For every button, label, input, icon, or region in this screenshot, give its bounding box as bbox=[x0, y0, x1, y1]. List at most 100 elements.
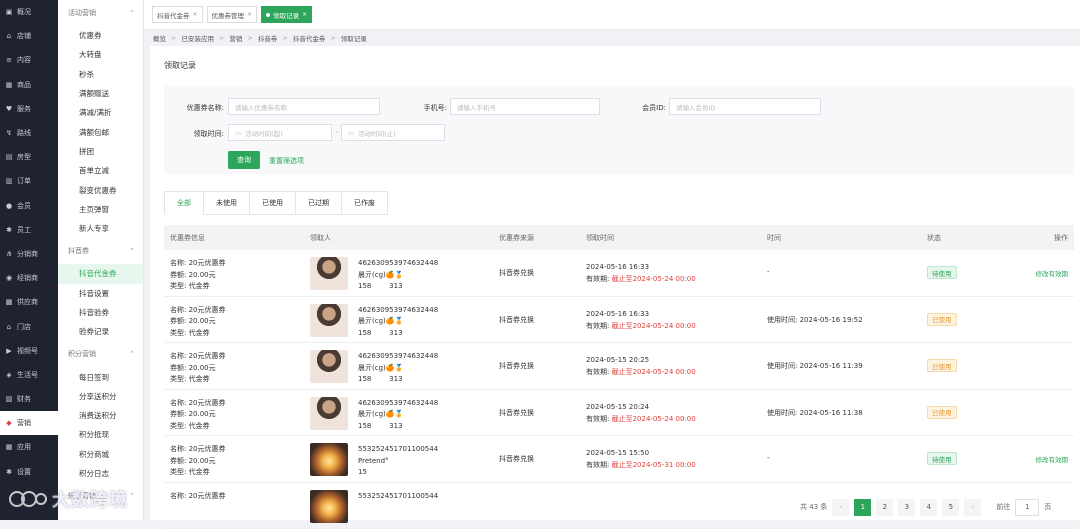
nav-subitem[interactable]: 优惠券 bbox=[58, 26, 143, 45]
nav-item-label: 路线 bbox=[17, 128, 31, 138]
avatar bbox=[310, 257, 348, 290]
received-at: 2024-05-15 15:50 bbox=[586, 447, 696, 459]
close-icon[interactable]: × bbox=[247, 11, 252, 18]
status-tab[interactable]: 已过期 bbox=[296, 191, 342, 215]
nav-subitem[interactable]: 验券记录 bbox=[58, 322, 143, 341]
tab-0[interactable]: 抖音代金券× bbox=[152, 6, 203, 23]
tab-label: 领取记录 bbox=[273, 10, 299, 20]
nav-item-4[interactable]: ♥服务 bbox=[0, 97, 58, 121]
nav-item-15[interactable]: ◈生活号 bbox=[0, 363, 58, 387]
tab-1[interactable]: 优惠券管理× bbox=[207, 6, 258, 23]
edit-validity-link[interactable]: 修改有效期 bbox=[1036, 454, 1069, 464]
valid-label: 有效期: bbox=[586, 461, 609, 469]
close-icon[interactable]: × bbox=[193, 11, 198, 18]
nav-item-2[interactable]: ≡内容 bbox=[0, 48, 58, 72]
nav-item-7[interactable]: ▥订单 bbox=[0, 169, 58, 193]
coupon-info: 名称: 20元优惠券券额: 20.00元类型: 代金券 bbox=[170, 258, 226, 293]
nav-subitem[interactable]: 分享送积分 bbox=[58, 387, 143, 406]
next-page-button[interactable]: › bbox=[964, 499, 981, 516]
nav-item-18[interactable]: ▦应用 bbox=[0, 435, 58, 459]
nav-item-1[interactable]: ⌂店铺 bbox=[0, 24, 58, 48]
nav-subitem[interactable]: 新人专享 bbox=[58, 219, 143, 238]
status-tab[interactable]: 全部 bbox=[164, 191, 204, 215]
nav-item-label: 商品 bbox=[17, 80, 31, 90]
edit-validity-link[interactable]: 修改有效期 bbox=[1036, 268, 1069, 278]
person-icon: ◉ bbox=[5, 274, 13, 282]
breadcrumb-item[interactable]: 已安装应用 bbox=[181, 33, 214, 43]
page-number[interactable]: 4 bbox=[920, 499, 937, 516]
reset-filters-button[interactable]: 重置筛选项 bbox=[269, 156, 304, 166]
nav-group-header[interactable]: 活动营销⌃ bbox=[58, 0, 143, 26]
receiver-id: 553252451701100544 bbox=[358, 444, 438, 456]
breadcrumb-item[interactable]: 概览 bbox=[153, 33, 166, 43]
close-icon[interactable]: × bbox=[302, 11, 307, 18]
breadcrumb-item[interactable]: 抖音券 bbox=[258, 33, 278, 43]
nav-subitem[interactable]: 消费送积分 bbox=[58, 406, 143, 425]
nav-subitem[interactable]: 首单立减 bbox=[58, 161, 143, 180]
nav-item-16[interactable]: ▨财务 bbox=[0, 387, 58, 411]
start-date-input[interactable]: ▭活动时间(起) bbox=[228, 124, 332, 141]
coupon-amount: 券额: 20.00元 bbox=[170, 270, 226, 282]
member-id-label: 会员ID: bbox=[614, 103, 666, 113]
status-tab[interactable]: 已作废 bbox=[342, 191, 388, 215]
nav-subitem[interactable]: 积分商城 bbox=[58, 445, 143, 464]
nav-item-19[interactable]: ✱设置 bbox=[0, 460, 58, 484]
nav-subitem[interactable]: 大转盘 bbox=[58, 45, 143, 64]
tab-label: 优惠券管理 bbox=[212, 10, 245, 20]
status-tab[interactable]: 未使用 bbox=[204, 191, 250, 215]
end-date-input[interactable]: ▭活动时间(止) bbox=[341, 124, 445, 141]
nav-item-13[interactable]: ⌂门店 bbox=[0, 314, 58, 338]
phone-input[interactable]: 请输入手机号 bbox=[450, 98, 600, 115]
nav-subitem[interactable]: 积分日志 bbox=[58, 464, 143, 483]
nav-item-6[interactable]: ▤房型 bbox=[0, 145, 58, 169]
nav-group-header[interactable]: 抖音券⌃ bbox=[58, 238, 143, 264]
coupon-name: 名称: 20元优惠券 bbox=[170, 398, 226, 410]
nav-subitem[interactable]: 抖音验券 bbox=[58, 303, 143, 322]
nav-item-label: 视频号 bbox=[17, 346, 38, 356]
nav-subitem[interactable]: 抖音代金券 bbox=[58, 264, 143, 283]
receiver-phone: 158 313 bbox=[358, 374, 438, 386]
tab-2[interactable]: 领取记录× bbox=[261, 6, 312, 23]
nav-item-5[interactable]: ↯路线 bbox=[0, 121, 58, 145]
breadcrumb-item[interactable]: 抖音代金券 bbox=[293, 33, 326, 43]
page-number[interactable]: 2 bbox=[876, 499, 893, 516]
nav-group-header[interactable]: 积分营销⌃ bbox=[58, 341, 143, 367]
nav-item-0[interactable]: ▣概况 bbox=[0, 0, 58, 24]
nav-item-12[interactable]: ▩供应商 bbox=[0, 290, 58, 314]
page-number[interactable]: 5 bbox=[942, 499, 959, 516]
nav-subitem[interactable]: 每日签到 bbox=[58, 367, 143, 386]
table-row: 名称: 20元优惠券券额: 20.00元类型: 代金券4626309539746… bbox=[164, 297, 1074, 344]
coupon-name-input[interactable]: 请输入优惠券名称 bbox=[228, 98, 380, 115]
goto-label: 前往 bbox=[996, 502, 1010, 512]
page-number[interactable]: 3 bbox=[898, 499, 915, 516]
nav-subitem[interactable]: 裂变优惠券 bbox=[58, 180, 143, 199]
nav-item-9[interactable]: ✱员工 bbox=[0, 218, 58, 242]
coupon-name: 名称: 20元优惠券 bbox=[170, 258, 226, 270]
nav-item-8[interactable]: ●会员 bbox=[0, 194, 58, 218]
nav-subitem[interactable]: 积分抵现 bbox=[58, 425, 143, 444]
nav-item-label: 服务 bbox=[17, 104, 31, 114]
goto-page-input[interactable]: 1 bbox=[1015, 499, 1039, 516]
nav-item-17[interactable]: ◆营销 bbox=[0, 411, 58, 435]
coupon-info: 名称: 20元优惠券券额: 20.00元类型: 代金券 bbox=[170, 351, 226, 386]
main-content: 领取记录 优惠券名称: 请输入优惠券名称 手机号: 请输入手机号 会员ID: 请… bbox=[150, 46, 1080, 520]
nav-subitem[interactable]: 拼团 bbox=[58, 142, 143, 161]
prev-page-button[interactable]: ‹ bbox=[832, 499, 849, 516]
page-number[interactable]: 1 bbox=[854, 499, 871, 516]
breadcrumb-item[interactable]: 营销 bbox=[229, 33, 242, 43]
nav-subitem[interactable]: 满额包邮 bbox=[58, 122, 143, 141]
nav-subitem[interactable]: 满额赠送 bbox=[58, 84, 143, 103]
nav-item-10[interactable]: ⋔分销商 bbox=[0, 242, 58, 266]
receive-time: 2024-05-15 20:24有效期: 截止至2024-05-24 00:00 bbox=[586, 401, 696, 425]
tab-label: 抖音代金券 bbox=[157, 10, 190, 20]
nav-subitem[interactable]: 秒杀 bbox=[58, 65, 143, 84]
nav-subitem[interactable]: 主页弹窗 bbox=[58, 200, 143, 219]
nav-item-11[interactable]: ◉经销商 bbox=[0, 266, 58, 290]
status-tab[interactable]: 已使用 bbox=[250, 191, 296, 215]
nav-item-3[interactable]: ▦商品 bbox=[0, 73, 58, 97]
nav-subitem[interactable]: 抖音设置 bbox=[58, 284, 143, 303]
member-id-input[interactable]: 请输入会员ID bbox=[669, 98, 821, 115]
query-button[interactable]: 查询 bbox=[228, 151, 260, 169]
nav-item-14[interactable]: ▶视频号 bbox=[0, 339, 58, 363]
nav-subitem[interactable]: 满减/满折 bbox=[58, 103, 143, 122]
